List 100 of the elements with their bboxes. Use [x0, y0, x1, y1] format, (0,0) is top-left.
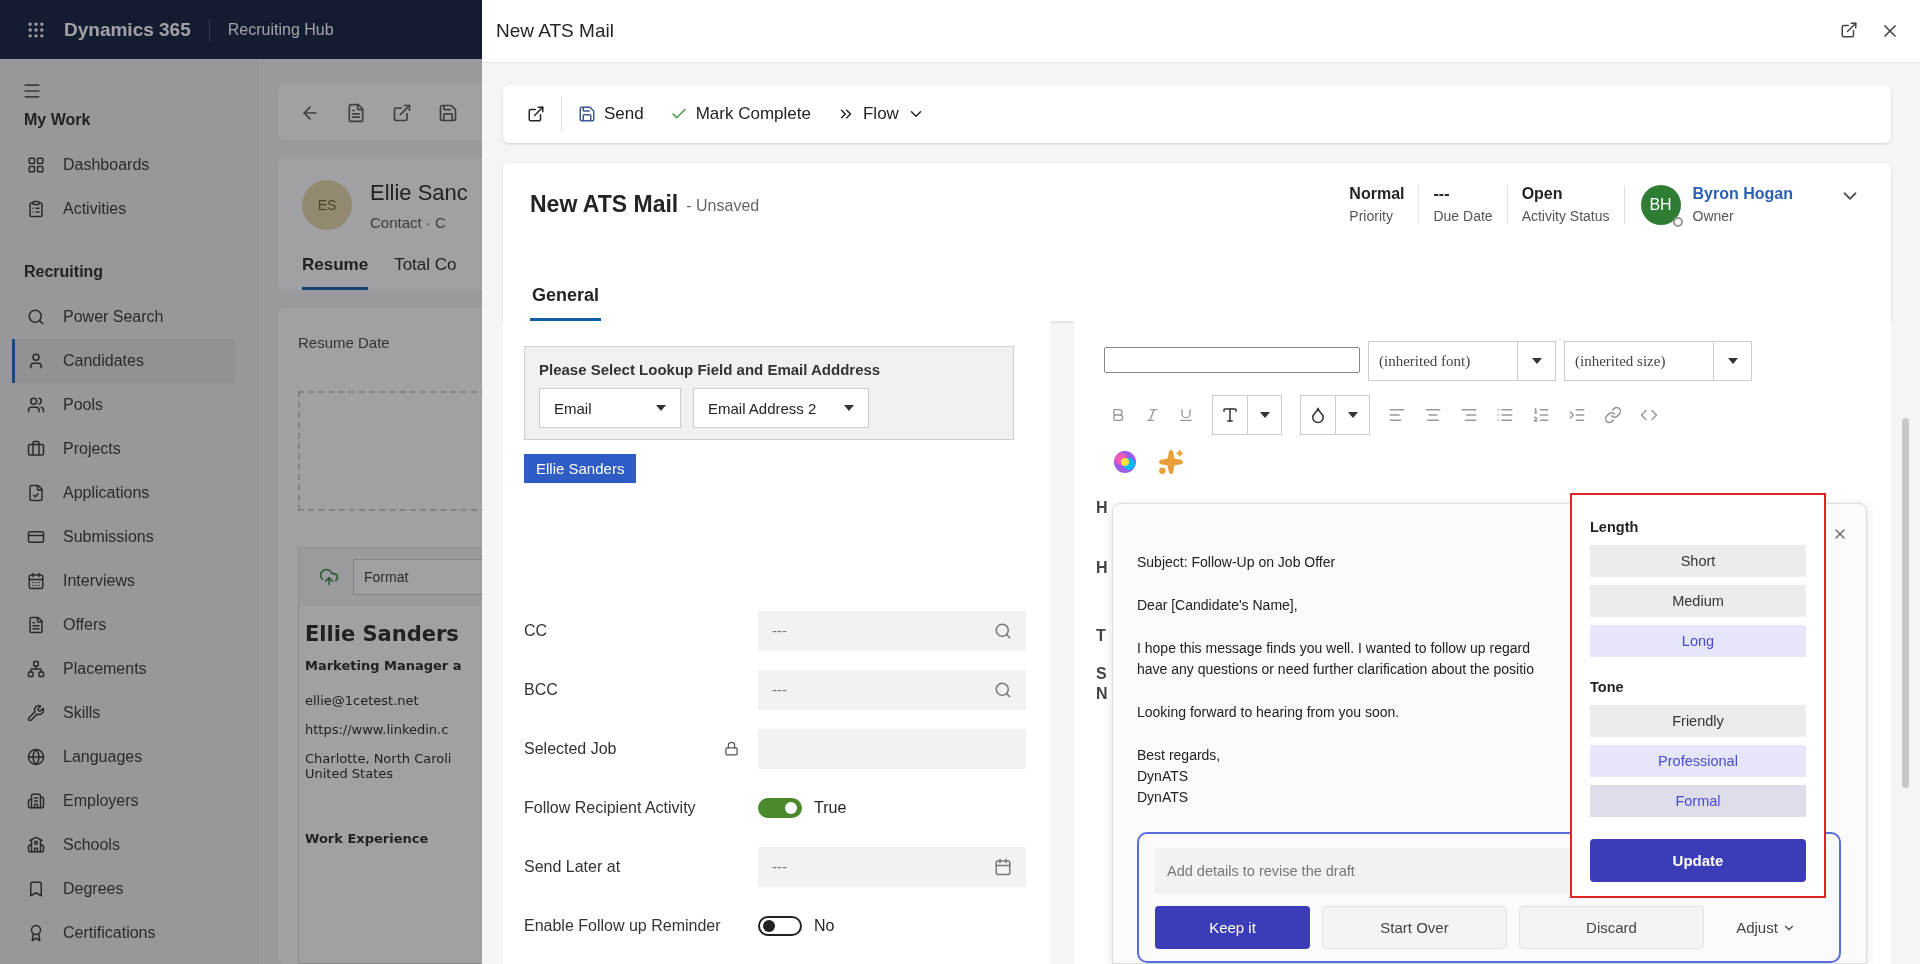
owner-avatar: BH: [1640, 185, 1681, 225]
option-button[interactable]: Friendly: [1590, 705, 1806, 737]
bold-icon[interactable]: [1110, 407, 1126, 423]
align-center-icon[interactable]: [1424, 406, 1442, 424]
lookup-field[interactable]: ---: [758, 669, 1026, 710]
owner-link[interactable]: Byron Hogan: [1692, 185, 1793, 203]
bookmark-icon: [27, 880, 45, 898]
update-button[interactable]: Update: [1590, 839, 1806, 882]
dialog-title: New ATS Mail: [496, 20, 614, 42]
document-icon: [27, 616, 45, 634]
app-name: Recruiting Hub: [227, 20, 334, 39]
briefcase-icon: [27, 440, 45, 458]
sidebar-item[interactable]: Placements: [12, 647, 235, 691]
sidebar-item[interactable]: Activities: [12, 187, 235, 231]
action-button[interactable]: Start Over: [1322, 906, 1507, 949]
search-icon: [994, 680, 1012, 699]
font-dropdown[interactable]: (inherited font): [1368, 341, 1556, 381]
sidebar-item[interactable]: Projects: [12, 427, 235, 471]
dropdown[interactable]: Email Address 2: [693, 388, 869, 428]
toggle-value: No: [814, 916, 835, 935]
align-left-icon[interactable]: [1388, 406, 1406, 424]
sidebar-item[interactable]: Power Search: [12, 295, 235, 339]
caret-icon[interactable]: [1727, 358, 1738, 364]
sidebar-item[interactable]: Offers: [12, 603, 235, 647]
copilot-icon[interactable]: [1112, 449, 1138, 475]
field-label: Resume Date: [298, 334, 391, 351]
caret-icon[interactable]: [844, 405, 854, 411]
editor-text: H: [1096, 559, 1108, 577]
sidebar-item[interactable]: Certifications: [12, 911, 235, 955]
input-field[interactable]: [1104, 347, 1360, 373]
school-icon: [27, 836, 45, 854]
lookup-field[interactable]: ---: [758, 610, 1026, 651]
sidebar-item[interactable]: Schools: [12, 823, 235, 867]
sidebar-item[interactable]: Pools: [12, 383, 235, 427]
editor-text: N: [1096, 685, 1108, 703]
sidebar-item[interactable]: Candidates: [12, 339, 235, 383]
highlight-button[interactable]: [1300, 395, 1370, 435]
menu-heading: Tone: [1590, 679, 1625, 695]
tab[interactable]: Total Co: [394, 255, 457, 290]
group-title: Recruiting: [23, 262, 105, 282]
italic-icon[interactable]: [1144, 407, 1160, 423]
globe-icon: [27, 748, 45, 766]
field-label: CC: [524, 621, 549, 640]
save-icon[interactable]: [438, 102, 458, 123]
sidebar-item[interactable]: Languages: [12, 735, 235, 779]
save-status: - Unsaved: [686, 197, 760, 215]
resume-heading: Marketing Manager a: [304, 658, 463, 673]
align-right-icon[interactable]: [1460, 406, 1478, 424]
flow-button[interactable]: Flow: [826, 94, 935, 134]
sidebar-item[interactable]: Submissions: [12, 515, 235, 559]
font-color-button[interactable]: [1212, 395, 1282, 435]
sidebar-item[interactable]: Skills: [12, 691, 235, 735]
numbered-list-icon[interactable]: [1532, 406, 1550, 424]
toggle-switch[interactable]: [758, 797, 802, 818]
sidebar-item[interactable]: Degrees: [12, 867, 235, 911]
caret-icon[interactable]: [1531, 358, 1542, 364]
date-field[interactable]: ---: [758, 846, 1026, 887]
toggle-switch[interactable]: [758, 915, 802, 936]
popout-icon[interactable]: [1840, 21, 1858, 39]
sidebar-item[interactable]: Applications: [12, 471, 235, 515]
option-button[interactable]: Long: [1590, 625, 1806, 657]
draft-paragraph: Subject: Follow-Up on Job Offer: [1137, 553, 1336, 572]
action-button[interactable]: Keep it: [1155, 906, 1310, 949]
size-dropdown[interactable]: (inherited size): [1564, 341, 1752, 381]
link-icon[interactable]: [1604, 406, 1622, 424]
adjust-button[interactable]: Adjust: [1716, 906, 1816, 949]
draft-paragraph: I hope this message finds you well. I wanted to follow up regard have any questions or need further clarification about the positio: [1137, 639, 1534, 679]
send-button[interactable]: Send: [568, 94, 654, 134]
save-icon: [578, 105, 596, 123]
record-subtitle: Contact · C: [370, 214, 447, 231]
header-value: Open: [1521, 185, 1564, 203]
format-field[interactable]: Format: [353, 559, 482, 595]
calendar-icon: [994, 857, 1012, 876]
option-button[interactable]: Short: [1590, 545, 1806, 577]
indent-icon[interactable]: [1568, 406, 1586, 424]
sidebar-item[interactable]: Interviews: [12, 559, 235, 603]
editor-text: T: [1096, 627, 1106, 645]
caret-icon[interactable]: [1347, 412, 1358, 418]
caret-icon[interactable]: [1259, 412, 1270, 418]
option-button[interactable]: Formal: [1590, 785, 1806, 817]
menu-icon[interactable]: [22, 81, 42, 101]
document-icon[interactable]: [346, 102, 366, 123]
bullet-list-icon[interactable]: [1496, 406, 1514, 424]
option-button[interactable]: Professional: [1590, 745, 1806, 777]
caret-icon[interactable]: [656, 405, 666, 411]
calendar-icon: [27, 572, 45, 590]
sidebar-item[interactable]: Dashboards: [12, 143, 235, 187]
option-button[interactable]: Medium: [1590, 585, 1806, 617]
sidebar-item[interactable]: Employers: [12, 779, 235, 823]
underline-icon[interactable]: [1178, 407, 1194, 423]
mark-complete-button[interactable]: Mark Complete: [659, 94, 821, 134]
dropdown[interactable]: Email: [539, 388, 681, 428]
tools-icon: [27, 704, 45, 722]
tab[interactable]: Resume: [302, 255, 369, 290]
scrollbar-thumb[interactable]: [1902, 418, 1909, 788]
recipient-chip[interactable]: Ellie Sanders: [524, 454, 637, 483]
popout-icon[interactable]: [392, 102, 412, 123]
cloud-upload-icon[interactable]: [319, 567, 339, 587]
field-label: Enable Follow up Reminder: [524, 916, 722, 935]
action-button[interactable]: Discard: [1519, 906, 1704, 949]
